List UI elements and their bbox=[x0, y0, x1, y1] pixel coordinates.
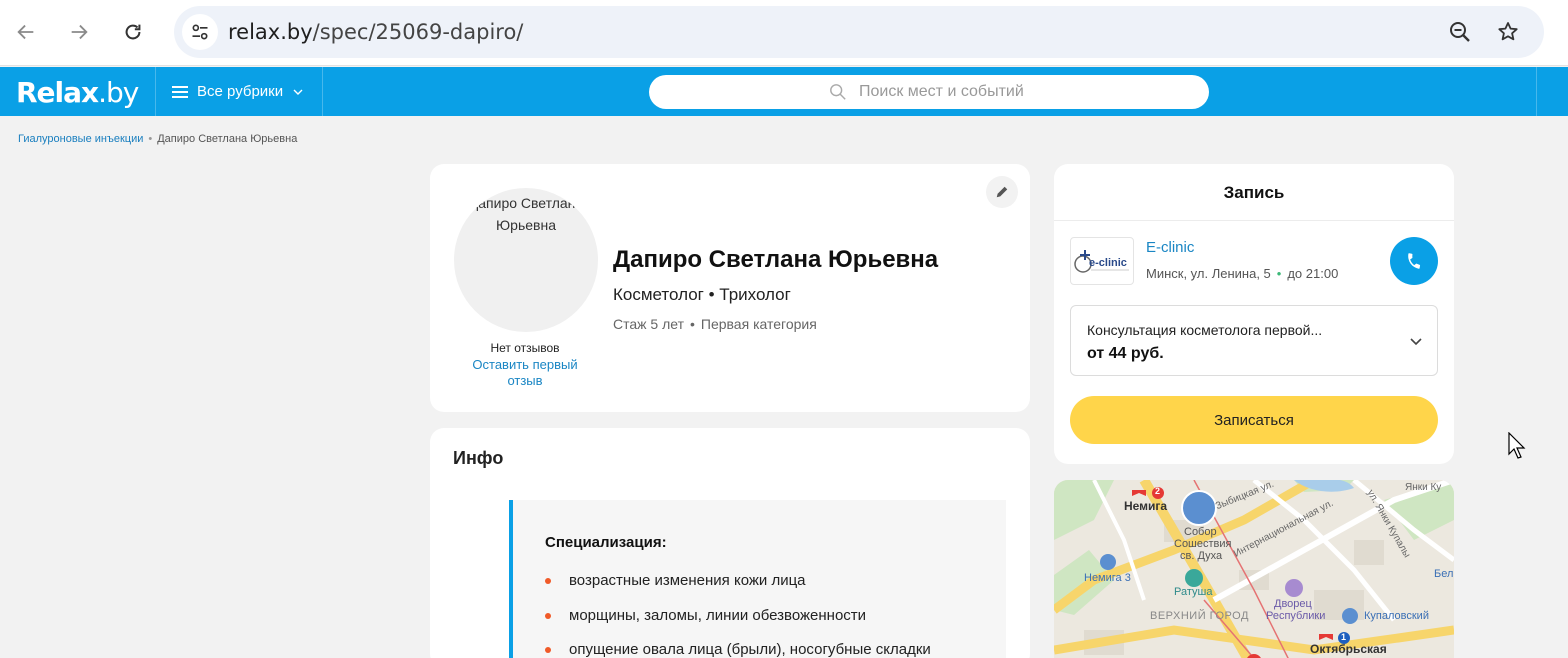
mouse-cursor-icon bbox=[1508, 432, 1526, 459]
metro-line-number: 2 bbox=[1155, 486, 1161, 496]
clinic-address-text: Минск, ул. Ленина, 5 bbox=[1146, 266, 1271, 281]
logo-suffix: .by bbox=[98, 76, 139, 109]
info-title: Инфо bbox=[453, 448, 504, 468]
back-button[interactable] bbox=[8, 14, 44, 50]
map-label-nemiga3[interactable]: Немига 3 bbox=[1084, 572, 1131, 584]
specialization-box: Специализация: возрастные изменения кожи… bbox=[509, 500, 1006, 658]
clinic-address: Минск, ул. Ленина, 5 • до 21:00 bbox=[1146, 266, 1338, 281]
search-placeholder: Поиск мест и событий bbox=[859, 83, 1024, 100]
service-select[interactable]: Консультация косметолога первой... от 44… bbox=[1070, 305, 1438, 376]
map-label-ratusha[interactable]: Ратуша bbox=[1174, 586, 1212, 598]
address-separator: • bbox=[1276, 266, 1282, 281]
arrow-left-icon bbox=[17, 24, 34, 40]
booking-card: Запись e-clinic E-clinic Минск, ул. Лени… bbox=[1054, 164, 1454, 464]
url-domain: relax.by bbox=[228, 20, 313, 44]
site-header: Relax.by Все рубрики Поиск мест и событи… bbox=[0, 67, 1568, 116]
breadcrumb-link[interactable]: Гиалуроновые инъекции bbox=[18, 133, 143, 145]
call-button[interactable] bbox=[1390, 237, 1438, 285]
zoom-out-icon bbox=[1450, 22, 1470, 42]
url-path: /spec/25069-dapiro/ bbox=[312, 20, 524, 44]
specialization-list: возрастные изменения кожи лица морщины, … bbox=[545, 572, 931, 658]
url-text[interactable]: relax.by/spec/25069-dapiro/ bbox=[228, 20, 523, 44]
browser-toolbar: relax.by/spec/25069-dapiro/ bbox=[0, 0, 1568, 66]
reload-icon bbox=[125, 24, 141, 40]
chevron-down-icon bbox=[1410, 338, 1422, 346]
search-icon bbox=[830, 84, 846, 100]
leave-review-link[interactable]: Оставить первый отзыв bbox=[460, 357, 590, 389]
pencil-icon bbox=[996, 186, 1008, 198]
breadcrumb-current: Дапиро Светлана Юрьевна bbox=[157, 133, 298, 145]
avatar-alt-text: Дапиро Светлана Юрьевна bbox=[468, 195, 584, 233]
site-logo[interactable]: Relax.by bbox=[16, 76, 139, 109]
logo-main: Relax bbox=[16, 76, 99, 109]
metro-line-number: 1 bbox=[1341, 632, 1347, 642]
zoom-button[interactable] bbox=[1446, 18, 1474, 46]
map-label-oktyabrskaya[interactable]: Октябрьская bbox=[1310, 642, 1387, 656]
meta-separator: • bbox=[689, 316, 695, 332]
map-label-dvorets-2[interactable]: Республики bbox=[1266, 610, 1325, 622]
map-label-bel: Бел bbox=[1434, 568, 1454, 580]
map-label-verhny-gorod: ВЕРХНИЙ ГОРОД bbox=[1150, 610, 1249, 622]
map-label-nemiga[interactable]: Немига bbox=[1124, 499, 1167, 513]
profile-meta: Стаж 5 лет • Первая категория bbox=[613, 316, 817, 332]
chevron-down-icon bbox=[293, 89, 303, 95]
experience-text: Стаж 5 лет bbox=[613, 316, 684, 332]
map-label-kupalovsky[interactable]: Купаловский bbox=[1364, 610, 1429, 622]
list-item: опущение овала лица (брыли), носогубные … bbox=[545, 641, 931, 658]
no-reviews-label: Нет отзывов bbox=[490, 341, 560, 355]
phone-icon bbox=[1408, 253, 1421, 269]
service-name: Консультация косметолога первой... bbox=[1087, 322, 1323, 338]
clinic-logo-text: e-clinic bbox=[1089, 257, 1127, 269]
address-bar[interactable]: relax.by/spec/25069-dapiro/ bbox=[174, 6, 1544, 58]
map-label-sobor-3[interactable]: св. Духа bbox=[1180, 550, 1222, 562]
map[interactable]: 2 1 Немига Немига 3 Собор Сошествия св. … bbox=[1054, 480, 1454, 658]
search-input[interactable]: Поиск мест и событий bbox=[649, 75, 1209, 109]
rubrics-label: Все рубрики bbox=[197, 83, 284, 100]
clinic-logo-graphic: e-clinic bbox=[1074, 250, 1129, 273]
info-card: Инфо Специализация: возрастные изменения… bbox=[430, 428, 1030, 658]
menu-icon bbox=[172, 85, 188, 98]
book-button[interactable]: Записаться bbox=[1070, 396, 1438, 444]
rubrics-menu-button[interactable]: Все рубрики bbox=[155, 67, 323, 116]
edit-button[interactable] bbox=[986, 176, 1018, 208]
service-price: от 44 руб. bbox=[1087, 345, 1164, 362]
booking-title: Запись bbox=[1223, 183, 1285, 202]
profession-text: Косметолог • Трихолог bbox=[613, 285, 791, 304]
reload-button[interactable] bbox=[115, 14, 151, 50]
header-user-area[interactable] bbox=[1536, 67, 1568, 116]
map-label-dvorets-1[interactable]: Дворец bbox=[1274, 598, 1312, 610]
tune-icon bbox=[192, 24, 208, 40]
map-label-sobor-2[interactable]: Сошествия bbox=[1174, 538, 1232, 550]
page-title: Дапиро Светлана Юрьевна bbox=[613, 246, 939, 273]
map-label-sobor-1[interactable]: Собор bbox=[1184, 526, 1217, 538]
bookmark-button[interactable] bbox=[1494, 18, 1522, 46]
map-label-street: Янки Ку bbox=[1405, 482, 1442, 493]
clinic-hours: до 21:00 bbox=[1287, 266, 1339, 281]
clinic-name-link[interactable]: E-clinic bbox=[1146, 239, 1194, 256]
map-graphic bbox=[1054, 480, 1454, 658]
star-icon bbox=[1498, 22, 1518, 41]
site-info-button[interactable] bbox=[182, 14, 218, 50]
arrow-right-icon bbox=[71, 24, 88, 40]
list-item: морщины, заломы, линии обезвоженности bbox=[545, 607, 931, 642]
avatar: Дапиро Светлана Юрьевна bbox=[454, 188, 598, 332]
breadcrumb: Гиалуроновые инъекции • Дапиро Светлана Юр… bbox=[18, 133, 297, 145]
breadcrumb-separator: • bbox=[148, 133, 153, 145]
profile-card: Дапиро Светлана Юрьевна Нет отзывов Оста… bbox=[430, 164, 1030, 412]
list-item: возрастные изменения кожи лица bbox=[545, 572, 931, 607]
divider bbox=[1054, 220, 1454, 221]
clinic-logo[interactable]: e-clinic bbox=[1070, 237, 1134, 285]
specialization-title: Специализация: bbox=[545, 534, 667, 551]
forward-button[interactable] bbox=[61, 14, 97, 50]
category-text: Первая категория bbox=[700, 316, 817, 332]
